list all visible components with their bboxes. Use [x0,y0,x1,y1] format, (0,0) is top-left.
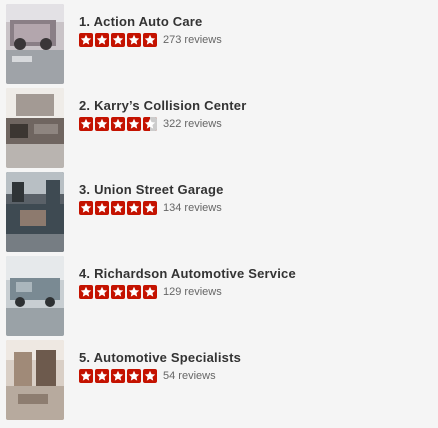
rating-row: 273 reviews [79,33,222,47]
business-title: 2. Karry’s Collision Center [79,98,246,113]
star-icon [79,285,93,299]
business-photo[interactable] [6,88,64,168]
business-name-link[interactable]: Karry’s Collision Center [94,98,246,113]
business-photo[interactable] [6,4,64,84]
star-icon [95,285,109,299]
business-name-link[interactable]: Action Auto Care [94,14,203,29]
business-title: 1. Action Auto Care [79,14,202,29]
star-icon [127,117,141,131]
star-rating [79,201,159,215]
business-name-link[interactable]: Union Street Garage [94,182,224,197]
business-photo[interactable] [6,172,64,252]
star-icon [111,285,125,299]
rating-row: 322 reviews [79,117,222,131]
star-rating [79,369,159,383]
business-photo[interactable] [6,256,64,336]
business-number: 2. [79,98,91,113]
list-item[interactable]: 1. Action Auto Care 273 reviews [0,4,438,84]
business-number: 1. [79,14,91,29]
star-icon [143,285,157,299]
business-title: 3. Union Street Garage [79,182,224,197]
star-icon [127,201,141,215]
business-number: 3. [79,182,91,197]
review-count[interactable]: 273 reviews [163,34,222,46]
star-icon [95,201,109,215]
star-icon [95,33,109,47]
star-icon [143,117,157,131]
review-count[interactable]: 134 reviews [163,202,222,214]
rating-row: 129 reviews [79,285,222,299]
business-title: 5. Automotive Specialists [79,350,241,365]
star-rating [79,117,159,131]
review-count[interactable]: 322 reviews [163,118,222,130]
star-icon [143,201,157,215]
star-icon [143,369,157,383]
business-name-link[interactable]: Richardson Automotive Service [94,266,296,281]
star-rating [79,285,159,299]
star-icon [79,201,93,215]
rating-row: 134 reviews [79,201,222,215]
star-icon [127,369,141,383]
star-icon [127,33,141,47]
business-list: 1. Action Auto Care 273 reviews 2. Karry… [0,0,438,428]
business-number: 4. [79,266,91,281]
review-count[interactable]: 129 reviews [163,286,222,298]
star-icon [95,369,109,383]
business-photo[interactable] [6,340,64,420]
star-rating [79,33,159,47]
star-icon [111,117,125,131]
business-title: 4. Richardson Automotive Service [79,266,296,281]
star-icon [111,201,125,215]
review-count[interactable]: 54 reviews [163,370,216,382]
star-icon [79,33,93,47]
star-icon [143,33,157,47]
star-icon [79,117,93,131]
list-item[interactable]: 5. Automotive Specialists 54 reviews [0,340,438,420]
list-item[interactable]: 3. Union Street Garage 134 reviews [0,172,438,252]
rating-row: 54 reviews [79,369,216,383]
star-icon [127,285,141,299]
star-icon [111,369,125,383]
business-number: 5. [79,350,91,365]
list-item[interactable]: 2. Karry’s Collision Center 322 reviews [0,88,438,168]
business-name-link[interactable]: Automotive Specialists [94,350,241,365]
list-item[interactable]: 4. Richardson Automotive Service 129 rev… [0,256,438,336]
star-icon [95,117,109,131]
star-icon [79,369,93,383]
star-icon [111,33,125,47]
